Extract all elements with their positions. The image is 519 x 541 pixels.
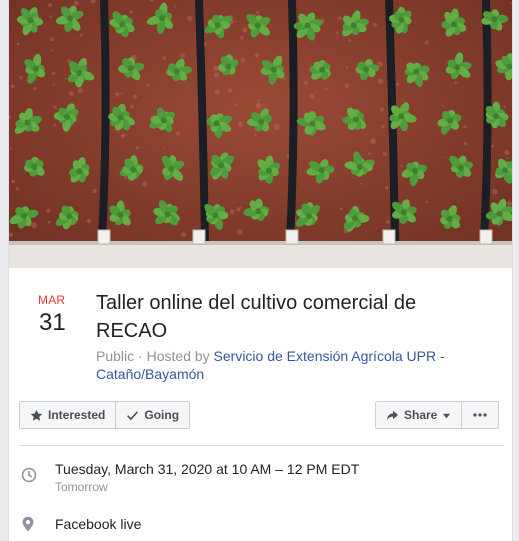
event-cover-photo[interactable]: [9, 0, 512, 268]
meta-separator: ·: [138, 348, 147, 364]
share-arrow-icon: [387, 410, 398, 420]
interested-button[interactable]: Interested: [20, 402, 115, 428]
event-actions: Interested Going Share: [19, 401, 506, 429]
event-card: MAR 31 Taller online del cultivo comerci…: [8, 0, 513, 541]
event-privacy: Public: [96, 348, 135, 364]
star-icon: [30, 409, 43, 421]
event-month: MAR: [38, 293, 66, 307]
more-options-button[interactable]: [461, 402, 498, 428]
caret-down-icon: [443, 413, 451, 418]
event-title: Taller online del cultivo comercial de R…: [96, 292, 417, 342]
event-location: Facebook live: [55, 516, 142, 532]
check-icon: [127, 410, 139, 420]
share-button-group: Share: [375, 401, 500, 429]
going-button[interactable]: Going: [115, 402, 189, 428]
event-meta: Public · Hosted by Servicio de Extensión…: [96, 347, 476, 383]
interested-label: Interested: [48, 408, 106, 422]
section-divider: [19, 445, 504, 446]
going-label: Going: [144, 408, 180, 422]
event-relative-date: Tomorrow: [55, 480, 108, 494]
share-label: Share: [404, 408, 438, 422]
event-day: 31: [39, 309, 66, 336]
hosted-by-label: Hosted by: [146, 348, 210, 364]
event-datetime: Tuesday, March 31, 2020 at 10 AM – 12 PM…: [55, 461, 360, 477]
location-pin-icon: [22, 516, 34, 532]
more-dots-icon: [473, 413, 487, 417]
clock-icon: [21, 467, 37, 483]
rsvp-button-group: Interested Going: [19, 401, 191, 429]
share-button[interactable]: Share: [376, 402, 461, 428]
